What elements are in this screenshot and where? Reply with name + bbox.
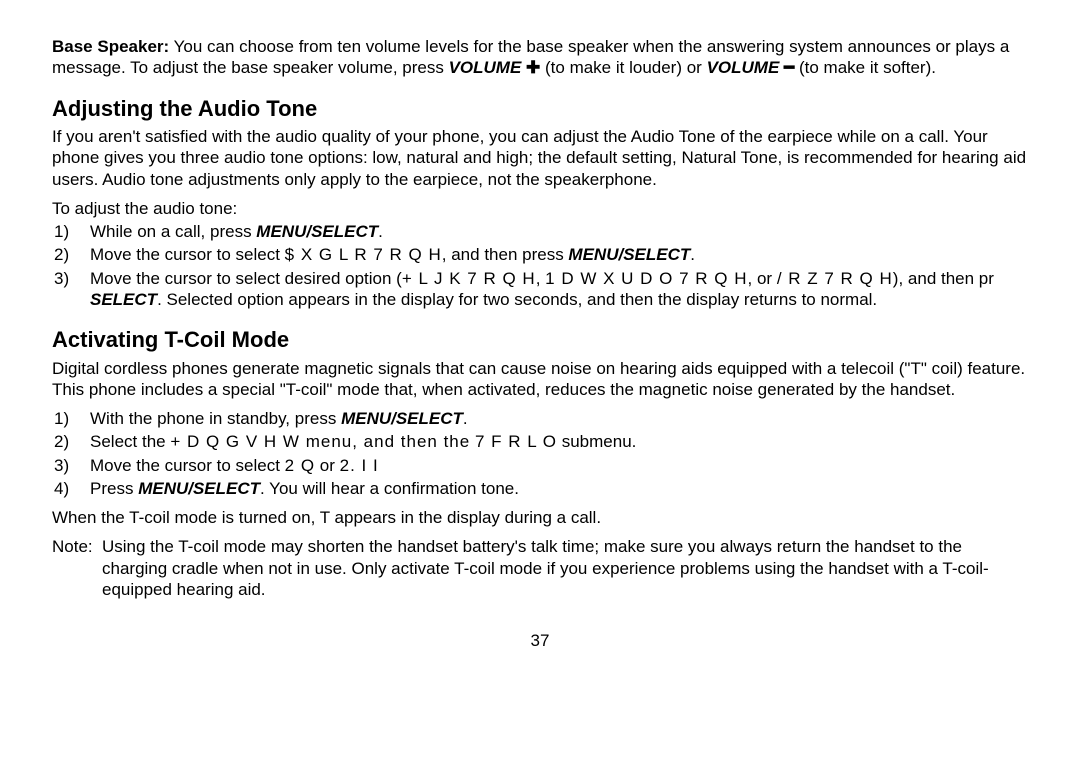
encoded-text: + L J K 7 R Q H [402, 269, 536, 288]
step-text: Move the cursor to select [90, 456, 285, 475]
step-text: , and then press [442, 245, 569, 264]
menu-select-label: MENU/SELECT [568, 245, 690, 264]
step-number: 1) [72, 221, 90, 242]
step-text: , or [748, 269, 777, 288]
step-text: . You will hear a confirmation tone. [260, 479, 519, 498]
tcoil-intro: Digital cordless phones generate magneti… [52, 358, 1028, 401]
step-text: Select the [90, 432, 170, 451]
audio-tone-intro: If you aren't satisfied with the audio q… [52, 126, 1028, 190]
menu-select-label: MENU/SELECT [138, 479, 260, 498]
step-text: Move the cursor to select [90, 245, 285, 264]
step-text: With the phone in standby, press [90, 409, 341, 428]
tcoil-on-paragraph: When the T-coil mode is turned on, T app… [52, 507, 1028, 528]
encoded-text: 7 F R L O [475, 432, 557, 451]
encoded-text: / R Z 7 R Q H [777, 269, 893, 288]
step-text: ), and then pr [893, 269, 994, 288]
list-item: 3)Move the cursor to select desired opti… [72, 268, 1028, 311]
base-speaker-text2: (to make it louder) or [540, 58, 706, 77]
base-speaker-label: Base Speaker: [52, 37, 169, 56]
list-item: 2)Select the + D Q G V H W menu, and the… [72, 431, 1028, 452]
menu-select-label: MENU/SELECT [256, 222, 378, 241]
audio-tone-lead: To adjust the audio tone: [52, 198, 1028, 219]
list-item: 1)While on a call, press MENU/SELECT. [72, 221, 1028, 242]
step-text: . [378, 222, 383, 241]
step-number: 3) [72, 455, 90, 476]
heading-activating-tcoil: Activating T-Coil Mode [52, 326, 1028, 354]
note-body: Using the T-coil mode may shorten the ha… [102, 536, 1028, 600]
step-text: Move the cursor to select desired option… [90, 269, 402, 288]
plus-icon: ✚ [526, 58, 540, 77]
note-row: Note: Using the T-coil mode may shorten … [52, 536, 1028, 600]
step-text: . [690, 245, 695, 264]
encoded-text: 1 D W X U D O 7 R Q H [545, 269, 747, 288]
base-speaker-text3: (to make it softer). [794, 58, 936, 77]
document-page: Base Speaker: You can choose from ten vo… [0, 0, 1080, 759]
heading-adjusting-audio-tone: Adjusting the Audio Tone [52, 95, 1028, 123]
step-text: , [536, 269, 545, 288]
list-item: 4)Press MENU/SELECT. You will hear a con… [72, 478, 1028, 499]
encoded-text: $ X G L R 7 R Q H [285, 245, 442, 264]
page-number: 37 [52, 630, 1028, 651]
step-text: submenu. [557, 432, 636, 451]
list-item: 2)Move the cursor to select $ X G L R 7 … [72, 244, 1028, 265]
audio-tone-steps: 1)While on a call, press MENU/SELECT. 2)… [52, 221, 1028, 310]
select-label: SELECT [90, 290, 157, 309]
step-number: 4) [72, 478, 90, 499]
menu-select-label: MENU/SELECT [341, 409, 463, 428]
note-label: Note: [52, 536, 102, 600]
encoded-text: 2. I I [340, 456, 379, 475]
volume-plus-label: VOLUME [449, 58, 526, 77]
minus-icon: ━ [784, 58, 794, 77]
step-text: . Selected option appears in the display… [157, 290, 877, 309]
list-item: 3)Move the cursor to select 2 Q or 2. I … [72, 455, 1028, 476]
step-number: 2) [72, 431, 90, 452]
step-text: While on a call, press [90, 222, 256, 241]
tcoil-on-text2: appears in the display during a call. [330, 508, 601, 527]
step-text: Press [90, 479, 138, 498]
tcoil-on-text1: When the T-coil mode is turned on, [52, 508, 320, 527]
t-glyph-icon: T [320, 508, 330, 527]
step-number: 1) [72, 408, 90, 429]
step-text: or [315, 456, 340, 475]
base-speaker-paragraph: Base Speaker: You can choose from ten vo… [52, 36, 1028, 79]
list-item: 1)With the phone in standby, press MENU/… [72, 408, 1028, 429]
tcoil-steps: 1)With the phone in standby, press MENU/… [52, 408, 1028, 499]
step-text: . [463, 409, 468, 428]
volume-minus-label: VOLUME [707, 58, 784, 77]
encoded-text: + D Q G V H W menu, and then the [170, 432, 470, 451]
encoded-text: 2 Q [285, 456, 315, 475]
step-number: 3) [72, 268, 90, 289]
step-number: 2) [72, 244, 90, 265]
